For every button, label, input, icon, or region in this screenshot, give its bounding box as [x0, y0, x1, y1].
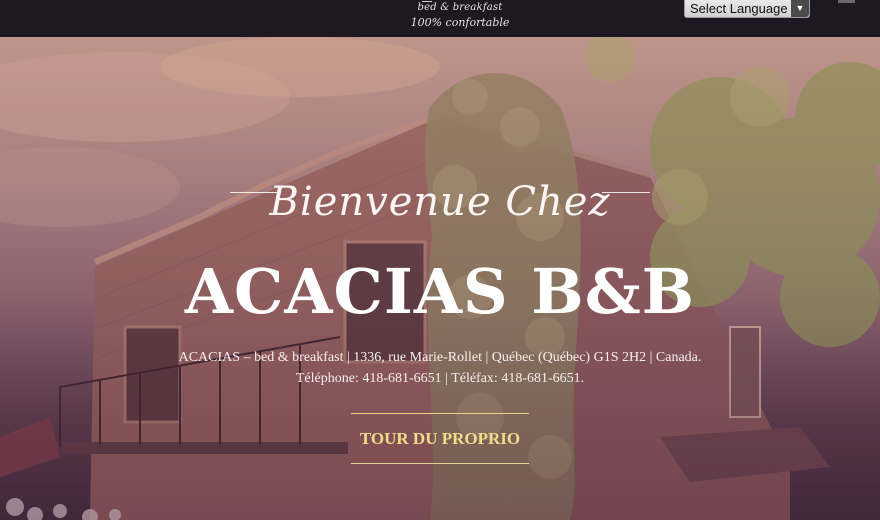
top-nav-bar: bed & breakfast 100% confortable Select …: [0, 0, 880, 37]
chevron-down-icon[interactable]: ▼: [791, 0, 809, 17]
language-select-value: Select Language: [690, 1, 788, 16]
language-select[interactable]: Select Language ▼: [684, 0, 810, 18]
page-title: ACACIAS B&B: [184, 255, 696, 328]
logo-slogan: 100% confortable: [410, 16, 510, 29]
logo-tagline: bed & breakfast: [417, 2, 503, 13]
phone-line: Téléphone: 418-681-6651 | Téléfax: 418-6…: [295, 371, 585, 386]
welcome-heading: Bienvenue Chez: [269, 179, 611, 225]
menu-toggle[interactable]: [838, 0, 855, 3]
tour-button[interactable]: TOUR DU PROPRIO: [351, 417, 529, 461]
address-line: ACACIAS – bed & breakfast | 1336, rue Ma…: [178, 350, 702, 365]
site-logo[interactable]: bed & breakfast 100% confortable: [400, 0, 520, 37]
tour-button-rule-bottom: [351, 463, 529, 464]
welcome-divider-right: [602, 192, 650, 193]
tour-button-rule-top: [351, 413, 529, 414]
hero-section: Bienvenue Chez ACACIAS B&B ACACIAS – bed…: [0, 37, 880, 520]
